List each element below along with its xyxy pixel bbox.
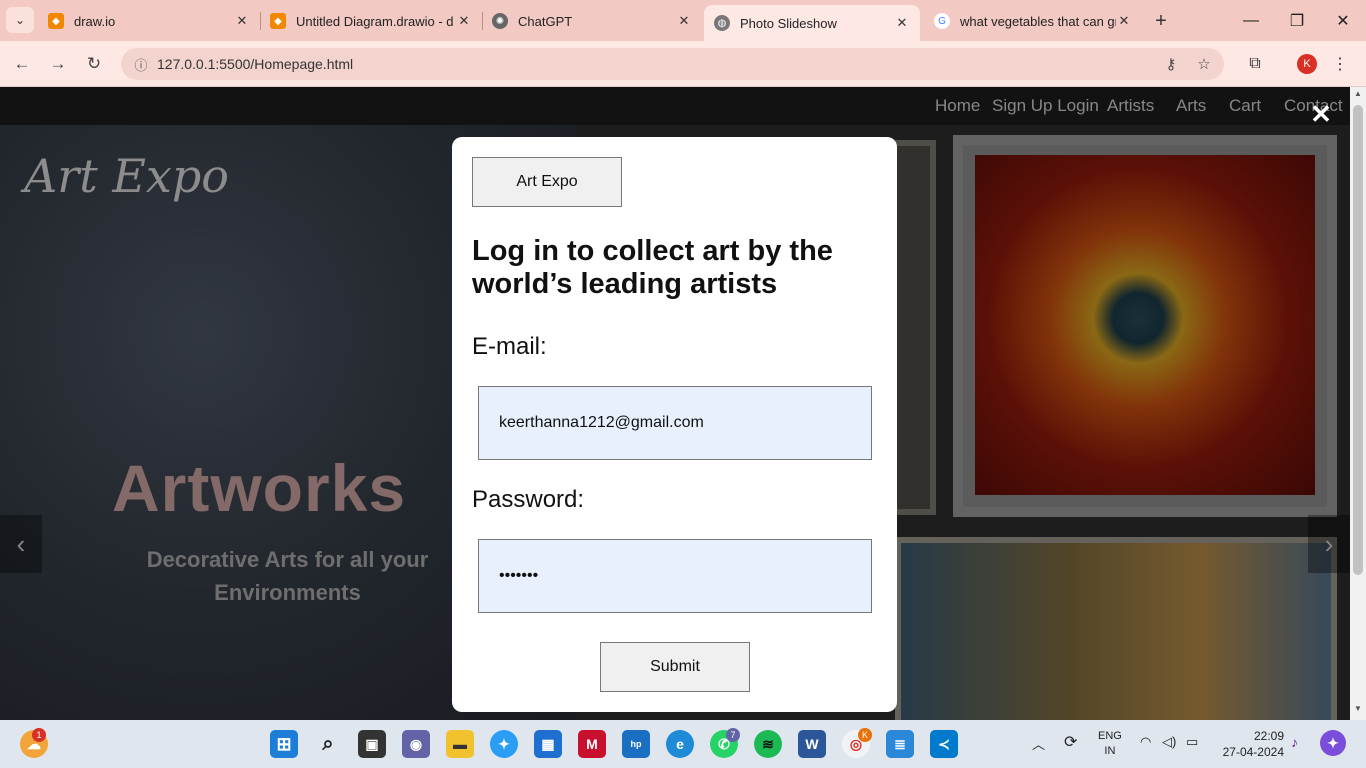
sync-icon[interactable]: ⟳ [1064,732,1077,752]
tab-close-icon[interactable]: ✕ [1116,13,1132,29]
tab-label: ChatGPT [518,13,573,29]
chrome-profile-badge: K [858,728,872,742]
tab-untitled-diagram[interactable]: ◆ Untitled Diagram.drawio - d ✕ [260,5,482,37]
system-clock[interactable]: 22:09 27-04-2024 [1218,728,1284,760]
login-modal: Art Expo Log in to collect art by the wo… [452,137,897,712]
teams-meet-icon[interactable]: ◉ [402,730,430,758]
forward-arrow-icon[interactable]: → [45,51,71,77]
tab-label: Untitled Diagram.drawio - d [296,13,454,29]
bookmark-star-icon[interactable]: ☆ [1191,48,1217,80]
globe-favicon-icon: ◍ [714,15,730,31]
edge-icon[interactable]: e [666,730,694,758]
page-scrollbar[interactable]: ▲ ▼ [1350,87,1366,720]
submit-button[interactable]: Submit [600,642,750,692]
browser-tab-strip: ⌄ ◆ draw.io ✕ ◆ Untitled Diagram.drawio … [0,0,1366,41]
region-code: IN [1104,745,1116,757]
wifi-icon[interactable]: ◠ [1140,734,1151,750]
browser-toolbar: ← → ↻ ⓘ 127.0.0.1:5500/Homepage.html ⚷ ☆… [0,41,1366,87]
weather-badge: 1 [32,728,46,742]
tab-photo-slideshow[interactable]: ◍ Photo Slideshow ✕ [704,5,920,41]
new-tab-plus-icon[interactable]: + [1148,8,1174,34]
file-explorer-icon[interactable]: ▬ [446,730,474,758]
art-expo-button[interactable]: Art Expo [472,157,622,207]
modal-close-icon[interactable]: ✕ [1308,99,1334,129]
password-label: Password: [472,486,585,513]
tab-label: draw.io [74,13,116,29]
password-field[interactable]: ••••••• [478,539,872,613]
spotify-icon[interactable]: ≋ [754,730,782,758]
volume-icon[interactable]: ◁) [1162,734,1176,750]
word-icon[interactable]: W [798,730,826,758]
reload-icon[interactable]: ↻ [81,51,107,77]
scroll-down-icon[interactable]: ▼ [1350,704,1366,718]
google-favicon-icon: G [934,13,950,29]
profile-avatar[interactable]: K [1297,54,1317,74]
notepad-icon[interactable]: ≣ [886,730,914,758]
ms-store-icon[interactable]: ▦ [534,730,562,758]
whatsapp-badge: 7 [726,728,740,742]
tab-search-chevron-icon[interactable]: ⌄ [6,7,34,33]
windows-start-icon[interactable]: ⊞ [270,730,298,758]
vscode-icon[interactable]: ≺ [930,730,958,758]
web-page: Home Sign Up Login Artists Arts Cart Con… [0,87,1350,720]
windows-taskbar: ☁ 1 ⊞ ⌕ ▣ ◉ ▬ ✦ ▦ M hp e ✆ 7 ≋ W ◎ K ≣ ≺… [0,720,1366,768]
site-info-icon[interactable]: ⓘ [125,55,157,74]
tab-drawio[interactable]: ◆ draw.io ✕ [38,5,260,37]
battery-icon[interactable]: ▭ [1186,734,1198,750]
clock-time: 22:09 [1253,729,1284,743]
back-arrow-icon[interactable]: ← [9,51,35,77]
tray-chevron-up-icon[interactable]: ︿ [1032,734,1045,753]
minimize-icon[interactable]: — [1228,8,1274,34]
copilot-icon[interactable]: ✦ [490,730,518,758]
extensions-puzzle-icon[interactable]: ⧉ [1242,51,1268,77]
search-icon[interactable]: ⌕ [314,730,342,758]
input-language-indicator[interactable]: ENG IN [1098,729,1122,759]
clock-date: 27-04-2024 [1222,745,1284,759]
lang-code: ENG [1098,730,1122,742]
browser-menu-icon[interactable]: ⋮ [1328,51,1352,77]
tab-close-icon[interactable]: ✕ [676,13,692,29]
scrollbar-thumb[interactable] [1353,105,1363,575]
window-close-icon[interactable]: ✕ [1320,8,1366,34]
drawio-favicon-icon: ◆ [270,13,286,29]
drawio-favicon-icon: ◆ [48,13,64,29]
myhp-icon[interactable]: hp [622,730,650,758]
tab-chatgpt[interactable]: ✺ ChatGPT ✕ [482,5,702,37]
tab-close-icon[interactable]: ✕ [894,15,910,31]
tab-label: what vegetables that can gr [960,13,1116,29]
url-text: 127.0.0.1:5500/Homepage.html [157,56,354,72]
tab-google-search[interactable]: G what vegetables that can gr ✕ [924,5,1142,37]
notification-bell-icon[interactable]: ♪ [1291,734,1298,750]
login-heading: Log in to collect art by the world’s lea… [472,235,833,300]
address-bar[interactable]: ⓘ 127.0.0.1:5500/Homepage.html ⚷ ☆ [121,48,1224,80]
copilot-pre-icon[interactable]: ✦ [1320,730,1346,756]
tab-close-icon[interactable]: ✕ [234,13,250,29]
restore-icon[interactable]: ❐ [1274,8,1320,34]
tab-label: Photo Slideshow [740,15,837,31]
task-view-icon[interactable]: ▣ [358,730,386,758]
email-label: E-mail: [472,333,547,360]
password-key-icon[interactable]: ⚷ [1158,48,1184,80]
chatgpt-favicon-icon: ✺ [492,13,508,29]
email-field[interactable]: keerthanna1212@gmail.com [478,386,872,460]
tab-close-icon[interactable]: ✕ [456,13,472,29]
scroll-up-icon[interactable]: ▲ [1350,89,1366,103]
mcafee-icon[interactable]: M [578,730,606,758]
